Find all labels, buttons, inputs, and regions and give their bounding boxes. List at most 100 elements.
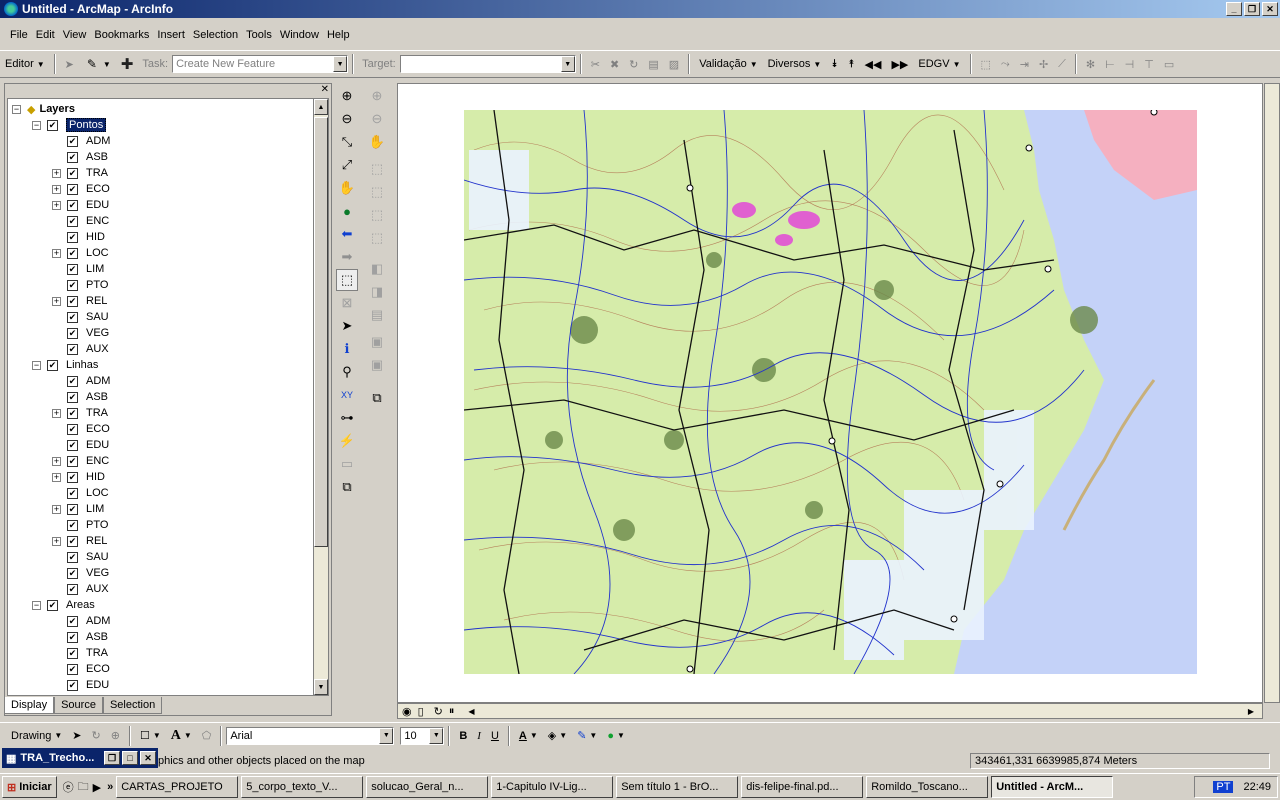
html-popup-icon[interactable]: ▭	[336, 453, 358, 475]
create-viewer-icon[interactable]: ⧉	[336, 476, 358, 498]
layer-visibility-checkbox[interactable]: ✔	[67, 551, 78, 563]
rectangle-tool-button[interactable]: ☐ ▼	[136, 726, 165, 746]
toc-layer-item[interactable]: + ✔ ENC	[52, 453, 109, 469]
fill-color-button[interactable]: ◈ ▼	[544, 726, 571, 746]
clear-selection-icon[interactable]: ⊠	[336, 292, 358, 314]
zoom-100-icon[interactable]: ⬚	[366, 181, 388, 203]
close-icon[interactable]: ✕	[321, 84, 329, 95]
toc-layer-item[interactable]: ✔ ADM	[52, 133, 110, 149]
collapse-icon[interactable]: −	[32, 600, 41, 610]
layer-visibility-checkbox[interactable]: ✔	[67, 535, 78, 547]
select-features-icon[interactable]: ⬚	[336, 269, 358, 291]
toc-layer-item[interactable]: ✔ VEG	[52, 325, 109, 341]
data-view-icon[interactable]: ◉	[402, 705, 412, 718]
expand-icon[interactable]: +	[52, 248, 61, 258]
task-cartas-projeto[interactable]: CARTAS_PROJETO	[116, 776, 239, 798]
expand-icon[interactable]: +	[52, 200, 61, 210]
toggle-draft-icon[interactable]: ▣	[366, 331, 388, 353]
merge-icon[interactable]: ⊤	[1140, 54, 1158, 74]
layer-visibility-checkbox[interactable]: ✔	[67, 375, 78, 387]
collapse-icon[interactable]: −	[32, 120, 41, 130]
toc-layer-item[interactable]: ✔ ASB	[52, 389, 108, 405]
change-layout-icon[interactable]: ⧉	[366, 387, 388, 409]
layer-visibility-checkbox[interactable]: ✔	[67, 615, 78, 627]
layer-visibility-checkbox[interactable]: ✔	[67, 519, 78, 531]
drawing-menu[interactable]: Drawing ▼	[7, 726, 66, 746]
layer-visibility-checkbox[interactable]: ✔	[67, 263, 78, 275]
collapse-icon[interactable]: −	[12, 104, 21, 114]
layer-visibility-checkbox[interactable]: ✔	[67, 631, 78, 643]
layer-visibility-checkbox[interactable]: ✔	[67, 455, 78, 467]
underline-button[interactable]: U	[487, 726, 503, 746]
expand-icon[interactable]: +	[52, 536, 61, 546]
toc-layer-item[interactable]: ✔ ADM	[52, 373, 110, 389]
expand-icon[interactable]: +	[52, 456, 61, 466]
toc-layer-item[interactable]: + ✔ REL	[52, 533, 107, 549]
menu-insert[interactable]: Insert	[153, 26, 189, 44]
next-icon[interactable]: ▶▶	[887, 54, 912, 74]
sketch-properties-icon[interactable]: ▨	[665, 54, 683, 74]
pause-icon[interactable]: ⏸	[449, 705, 455, 718]
layer-visibility-checkbox[interactable]: ✔	[67, 487, 78, 499]
intersect-icon[interactable]: ✖	[606, 54, 623, 74]
layer-visibility-checkbox[interactable]: ✔	[67, 215, 78, 227]
minimized-window[interactable]: ▦ TRA_Trecho... ❐ □ ✕	[2, 748, 158, 768]
select-element-icon[interactable]: ➤	[68, 726, 85, 746]
toc-layer-item[interactable]: ✔ VEG	[52, 565, 109, 581]
target-select[interactable]: ▼	[399, 55, 576, 73]
layer-visibility-checkbox[interactable]: ✔	[67, 231, 78, 243]
menu-view[interactable]: View	[59, 26, 91, 44]
layer-visibility-checkbox[interactable]: ✔	[47, 599, 58, 611]
scroll-up-icon[interactable]: ▲	[314, 99, 328, 115]
layer-visibility-checkbox[interactable]: ✔	[67, 167, 78, 179]
toc-layer-item[interactable]: ✔ ENC	[52, 213, 109, 229]
layer-visibility-checkbox[interactable]: ✔	[67, 471, 78, 483]
toc-layer-item[interactable]: ✔ LOC	[52, 485, 109, 501]
expand-icon[interactable]: +	[52, 296, 61, 306]
validacao-menu[interactable]: Validação ▼	[695, 54, 761, 74]
trim-icon[interactable]: ⟋	[1054, 54, 1070, 74]
split-tool-icon[interactable]: ✂	[587, 54, 604, 74]
expand-icon[interactable]: +	[52, 472, 61, 482]
toc-layer-item[interactable]: + ✔ EDU	[52, 197, 109, 213]
zoom-layout-out-icon[interactable]: ⬚	[366, 227, 388, 249]
tab-display[interactable]: Display	[4, 697, 55, 714]
map-view[interactable]	[397, 83, 1263, 703]
layer-visibility-checkbox[interactable]: ✔	[67, 247, 78, 259]
tab-source[interactable]: Source	[54, 697, 103, 714]
task-sem-titulo[interactable]: Sem título 1 - BrO...	[616, 776, 739, 798]
restore-button[interactable]: ❐	[1244, 2, 1260, 16]
layer-visibility-checkbox[interactable]: ✔	[67, 407, 78, 419]
toc-layer-item[interactable]: ✔ ASB	[52, 149, 108, 165]
toc-layer-item[interactable]: ✔ ECO	[52, 421, 110, 437]
go-back-extent-icon[interactable]: ◧	[366, 258, 388, 280]
layer-visibility-checkbox[interactable]: ✔	[67, 583, 78, 595]
italic-button[interactable]: I	[473, 726, 485, 746]
toc-root-layers[interactable]: − ◆ Layers	[12, 101, 75, 117]
menu-selection[interactable]: Selection	[189, 26, 242, 44]
scroll-thumb[interactable]	[314, 117, 328, 547]
menu-edit[interactable]: Edit	[32, 26, 59, 44]
toc-layer-item[interactable]: ✔ SAU	[52, 549, 109, 565]
task-dis-felipe[interactable]: dis-felipe-final.pd...	[741, 776, 864, 798]
menu-window[interactable]: Window	[276, 26, 323, 44]
layer-visibility-checkbox[interactable]: ✔	[47, 359, 58, 371]
layer-visibility-checkbox[interactable]: ✔	[67, 391, 78, 403]
line-color-button[interactable]: ✎ ▼	[573, 726, 601, 746]
vertex-icon[interactable]: ✻	[1082, 54, 1099, 74]
layer-visibility-checkbox[interactable]: ✔	[67, 663, 78, 675]
task-arcmap[interactable]: Untitled - ArcM...	[991, 776, 1114, 798]
layout-zoom-control-icon[interactable]: ▤	[366, 304, 388, 326]
edgv-menu[interactable]: EDGV ▼	[914, 54, 964, 74]
language-indicator[interactable]: PT	[1213, 781, 1234, 793]
layer-visibility-checkbox[interactable]: ✔	[67, 135, 78, 147]
expand-icon[interactable]: +	[52, 504, 61, 514]
layer-visibility-checkbox[interactable]: ✔	[67, 151, 78, 163]
menu-file[interactable]: File	[6, 26, 32, 44]
font-select[interactable]: Arial ▼	[226, 726, 395, 745]
toc-layer-item[interactable]: ✔ ADM	[52, 613, 110, 629]
extend-icon[interactable]: ⇥	[1016, 54, 1033, 74]
toc-layer-item[interactable]: + ✔ LOC	[52, 245, 109, 261]
maximize-button[interactable]: □	[122, 751, 138, 765]
pan-icon[interactable]: ✋	[336, 177, 358, 199]
